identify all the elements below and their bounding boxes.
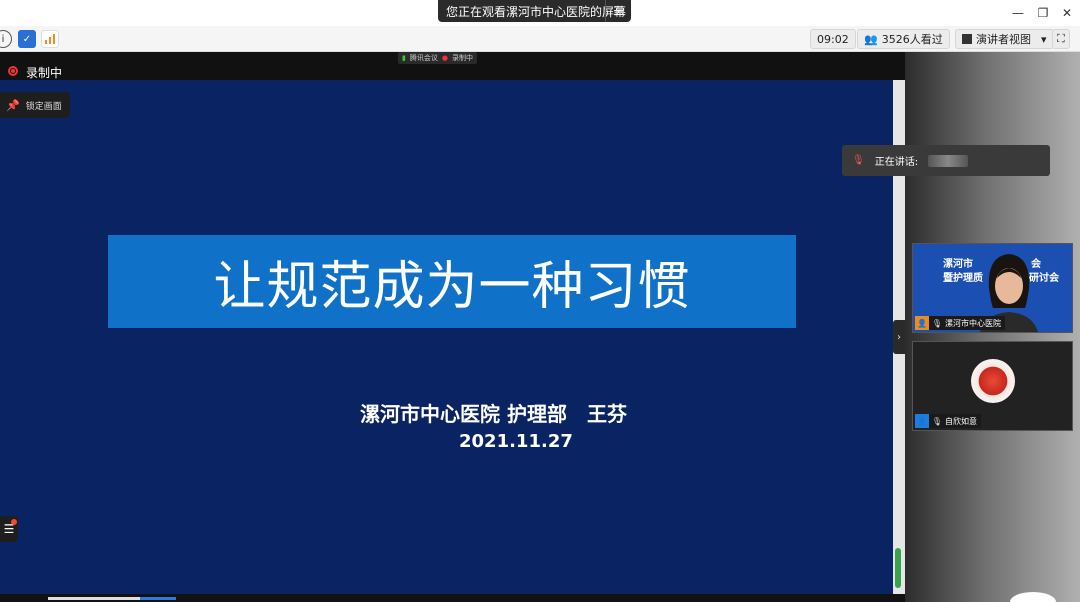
progress-segment-active	[140, 597, 176, 600]
participant-name-tag: 👤 🎙 漯河市中心医院	[915, 316, 1005, 330]
participant-name-tag: 👤 🎙 自欣如意	[915, 414, 981, 428]
mic-icon: 🎙	[931, 318, 943, 328]
meeting-status-pill: ▮ 腾讯会议 ● 录制中	[398, 52, 477, 64]
mic-icon: 🎙	[931, 416, 943, 426]
video-tile[interactable]: 👤 🎙 自欣如意	[912, 341, 1073, 431]
chevron-right-icon: ›	[897, 331, 901, 343]
menu-icon[interactable]: ☰	[605, 0, 631, 22]
notification-badge	[11, 519, 17, 525]
view-mode-button[interactable]: 演讲者视图 ▾	[955, 29, 1054, 49]
presentation-slide: 让规范成为一种习惯 漯河市中心医院 护理部 王芬 2021.11.27	[0, 80, 893, 594]
info-icon[interactable]: i	[0, 30, 12, 48]
participant-avatar	[971, 359, 1015, 403]
title-bar: 您正在观看漯河市中心医院的屏幕 ☰ — ❐ ✕	[0, 0, 1080, 26]
chevron-down-icon: ▾	[1041, 32, 1047, 46]
chat-button[interactable]: ☰	[0, 516, 18, 542]
minimize-button[interactable]: —	[1008, 4, 1028, 22]
slide-date: 2021.11.27	[459, 431, 573, 452]
progress-segment	[48, 597, 140, 600]
network-icon: ▮	[402, 54, 406, 62]
slide-author: 漯河市中心医院 护理部 王芬	[360, 402, 627, 426]
meeting-toolbar: i ✓ 09:02 👥 3526人看过 演讲者视图 ▾ ⛶	[0, 26, 1080, 52]
signal-bars-icon[interactable]	[41, 30, 59, 48]
people-icon: 👥	[864, 32, 878, 46]
record-icon	[8, 66, 18, 76]
person-icon: 👤	[915, 414, 929, 428]
person-icon: 👤	[915, 316, 929, 330]
slide-title: 让规范成为一种习惯	[108, 235, 796, 328]
lock-view-button[interactable]: 📌 锁定画面	[0, 92, 70, 118]
share-banner-text: 您正在观看漯河市中心医院的屏幕	[446, 4, 627, 19]
viewers-count: 3526人看过	[881, 33, 943, 46]
screen-share-banner: 您正在观看漯河市中心医院的屏幕 ☰	[438, 0, 631, 22]
security-shield-icon[interactable]: ✓	[18, 30, 36, 48]
speaking-label: 正在讲话:	[874, 157, 919, 168]
participant-name: 漯河市中心医院	[945, 318, 1001, 328]
speaker-name-redacted	[928, 154, 969, 167]
view-mode-label: 演讲者视图	[976, 33, 1031, 46]
viewers-button[interactable]: 👥 3526人看过	[857, 29, 950, 49]
mic-muted-icon: 🎙	[852, 155, 865, 166]
participant-name: 自欣如意	[945, 416, 977, 426]
meeting-app-name: 腾讯会议	[409, 54, 438, 62]
fullscreen-button[interactable]: ⛶	[1052, 29, 1070, 49]
recording-label: 录制中	[26, 66, 63, 80]
meeting-window: 您正在观看漯河市中心医院的屏幕 ☰ — ❐ ✕ i ✓ 09:02 👥 3526…	[0, 0, 1080, 602]
shared-screen-stage: 录制中 ▮ 腾讯会议 ● 录制中 让规范成为一种习惯 漯河市中心医院 护理部 王…	[0, 52, 905, 602]
video-tile[interactable]: 漯河市会 暨护理质 研讨会 👤 🎙 漯河市中心医院	[912, 243, 1073, 333]
recording-bar: 录制中 ▮ 腾讯会议 ● 录制中	[0, 52, 905, 80]
scrollbar-thumb[interactable]	[895, 548, 901, 588]
collapse-panel-button[interactable]: ›	[893, 320, 905, 354]
meeting-timer: 09:02	[810, 29, 856, 49]
layout-icon	[962, 34, 972, 44]
lock-view-label: 锁定画面	[25, 101, 62, 112]
speaking-indicator: 🎙 正在讲话:	[842, 145, 1050, 176]
restore-button[interactable]: ❐	[1033, 4, 1053, 22]
pin-icon: 📌	[6, 98, 20, 112]
record-dot-icon: ●	[441, 54, 448, 62]
close-button[interactable]: ✕	[1057, 4, 1077, 22]
meeting-recording-label: 录制中	[451, 54, 473, 62]
